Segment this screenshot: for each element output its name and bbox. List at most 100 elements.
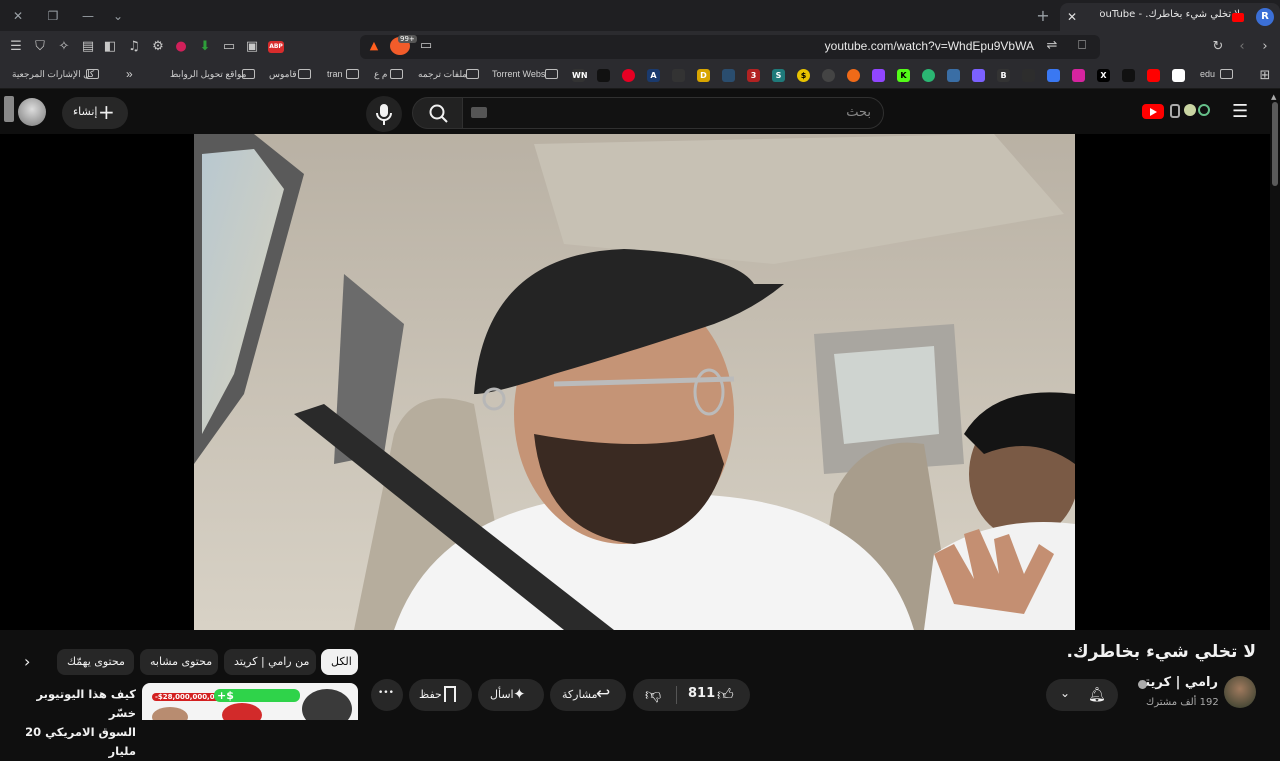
gemini-favicon-icon[interactable] — [1047, 69, 1060, 82]
create-button[interactable]: + إنشاء — [62, 97, 128, 129]
recommended-video-thumbnail[interactable]: -$28,000,000,000 +$ — [142, 683, 358, 720]
orange-favicon-icon[interactable] — [847, 69, 860, 82]
puzzle-extension-icon[interactable]: ⚙ — [150, 39, 166, 55]
dislike-thumb-icon[interactable]: 👎︎ — [645, 685, 661, 705]
green-favicon-icon[interactable] — [922, 69, 935, 82]
guide-menu-icon[interactable]: ☰ — [1232, 101, 1248, 122]
subscription-bell-button[interactable]: 🔔︎ ⌄ — [1046, 679, 1118, 711]
all-bookmarks-link[interactable]: كل الإشارات المرجعية — [12, 69, 94, 80]
blue-favicon-icon[interactable] — [722, 69, 735, 82]
instagram-favicon-icon[interactable] — [1072, 69, 1085, 82]
channel-avatar[interactable] — [1224, 676, 1256, 708]
apps-grid-icon[interactable]: ⊞ — [1257, 68, 1273, 84]
scroll-up-arrow-icon[interactable]: ▲ — [1271, 93, 1276, 101]
d-favicon-icon[interactable]: D — [697, 69, 710, 82]
video-player[interactable] — [0, 134, 1270, 630]
verified-check-icon — [1138, 680, 1147, 689]
red-extension-icon[interactable]: ● — [173, 39, 189, 55]
x-favicon-icon[interactable]: X — [1097, 69, 1110, 82]
restore-window-icon[interactable]: ❐ — [45, 8, 61, 24]
bookmark-folder-edu[interactable]: edu — [1200, 69, 1215, 79]
music-icon[interactable]: ♫ — [126, 39, 142, 55]
wn-favicon-icon[interactable]: WN — [572, 69, 588, 82]
browser-tab-active[interactable]: ✕ لا تخلي شيء بخاطرك. - YouTube R — [1060, 3, 1280, 31]
bookmark-folder-me[interactable]: م ع — [374, 69, 387, 80]
youtube-doodle-logo[interactable] — [1166, 102, 1214, 120]
youtube-favicon-icon — [1232, 13, 1244, 22]
minimize-window-icon[interactable]: — — [80, 8, 96, 24]
search-icon — [429, 104, 448, 123]
terminal-favicon-icon[interactable] — [597, 69, 610, 82]
search-button[interactable] — [412, 97, 464, 129]
voice-search-button[interactable] — [366, 96, 402, 132]
wallet-icon[interactable]: ▤ — [80, 39, 96, 55]
chip-for-you[interactable]: محتوى يهمّك — [57, 649, 134, 675]
chip-related[interactable]: محتوى مشابه — [140, 649, 218, 675]
tiktok-favicon-icon[interactable] — [1122, 69, 1135, 82]
search-input[interactable]: بحث — [462, 97, 884, 129]
reload-icon[interactable]: ↻ — [1210, 39, 1226, 55]
url-text[interactable]: youtube.com/watch?v=WhdEpu9VbWA — [825, 39, 1034, 53]
b-favicon-icon[interactable]: B — [997, 69, 1010, 82]
video-frame[interactable] — [194, 134, 1075, 630]
youtube-logo-icon[interactable] — [1142, 104, 1164, 119]
close-window-icon[interactable]: ✕ — [10, 8, 26, 24]
keyboard-icon[interactable] — [471, 107, 487, 118]
three-favicon-icon[interactable]: 3 — [747, 69, 760, 82]
more-dots-icon: ••• — [378, 688, 394, 698]
share-button[interactable]: ↩ مشاركة — [550, 679, 626, 711]
chips-next-chevron-icon[interactable]: › — [24, 652, 30, 671]
address-bar[interactable]: ▲ 99+ ▭ youtube.com/watch?v=WhdEpu9VbWA … — [360, 35, 1100, 59]
channel-name[interactable]: رامي | كريتد — [1138, 675, 1218, 690]
like-thumb-icon[interactable]: 👍︎ — [717, 685, 734, 705]
bookmark-folder-subtitle-files[interactable]: ملفات ترجمه — [418, 69, 467, 80]
tab-list-chevron-icon[interactable]: ⌄ — [110, 8, 126, 24]
youtube-favicon-icon[interactable] — [1147, 69, 1160, 82]
back-icon[interactable]: ‹ — [1234, 39, 1250, 55]
new-tab-icon[interactable]: + — [1035, 8, 1051, 24]
like-count[interactable]: 811 — [688, 686, 715, 701]
bookmark-folder-tran[interactable]: tran — [327, 69, 343, 79]
download-extension-icon[interactable]: ⬇ — [197, 39, 213, 55]
page-scrollbar-thumb[interactable] — [1272, 102, 1278, 186]
menu-icon[interactable]: ☰ — [8, 39, 24, 55]
save-button[interactable]: حفظ — [409, 679, 472, 711]
avatar[interactable] — [18, 98, 46, 126]
a-favicon-icon[interactable]: A — [647, 69, 660, 82]
profile-avatar-icon[interactable]: R — [1256, 8, 1274, 26]
chip-from-channel[interactable]: من رامي | كريتد — [224, 649, 316, 675]
close-tab-icon[interactable]: ✕ — [1064, 9, 1080, 25]
mal-favicon-icon[interactable] — [672, 69, 685, 82]
chip-all[interactable]: الكل — [321, 649, 358, 675]
dollar-favicon-icon[interactable]: $ — [797, 69, 810, 82]
notion-favicon-icon[interactable] — [1172, 69, 1185, 82]
stripes-favicon-icon[interactable] — [947, 69, 960, 82]
bookmark-folder-dictionary[interactable]: قاموس — [269, 69, 297, 80]
twitch-favicon-icon[interactable] — [872, 69, 885, 82]
adblock-extension-icon[interactable]: ABP — [268, 41, 284, 53]
chevron-down-icon: ⌄ — [1060, 686, 1071, 700]
recommended-title-line-2: السوق الامريكي 20 مليار — [25, 725, 136, 758]
brave-rewards-icon[interactable]: ▲ — [366, 38, 382, 54]
recommended-video-title[interactable]: كيف هذا اليوتيوبر خسّر السوق الامريكي 20… — [8, 685, 136, 761]
bookmark-folder-torrent[interactable]: Torrent Webs — [492, 69, 545, 79]
shield-icon[interactable]: ⛉ — [32, 39, 48, 55]
bookmark-folder-link-converters[interactable]: مواقع تحويل الروابط — [170, 69, 246, 80]
sidebar-icon[interactable]: ◧ — [102, 39, 118, 55]
globe-favicon-icon[interactable] — [822, 69, 835, 82]
screen-extension-icon[interactable]: ▭ — [221, 39, 237, 55]
forward-icon[interactable]: › — [1257, 39, 1273, 55]
openai-favicon-icon[interactable] — [1022, 69, 1035, 82]
m-favicon-icon[interactable] — [972, 69, 985, 82]
extensions-pin-icon[interactable]: ✧ — [56, 39, 72, 55]
cast-icon[interactable]: ▭ — [418, 38, 434, 54]
more-bookmarks-chevron-icon[interactable]: » — [126, 67, 133, 81]
more-actions-button[interactable]: ••• — [371, 679, 403, 711]
site-settings-icon[interactable]: ⇌ — [1044, 38, 1060, 54]
pinterest-favicon-icon[interactable] — [622, 69, 635, 82]
image-extension-icon[interactable]: ▣ — [244, 39, 260, 55]
ask-button[interactable]: ✦ اسأل — [478, 679, 544, 711]
kick-favicon-icon[interactable]: K — [897, 69, 910, 82]
bookmark-icon[interactable]: ⎕ — [1074, 38, 1090, 54]
s-favicon-icon[interactable]: S — [772, 69, 785, 82]
